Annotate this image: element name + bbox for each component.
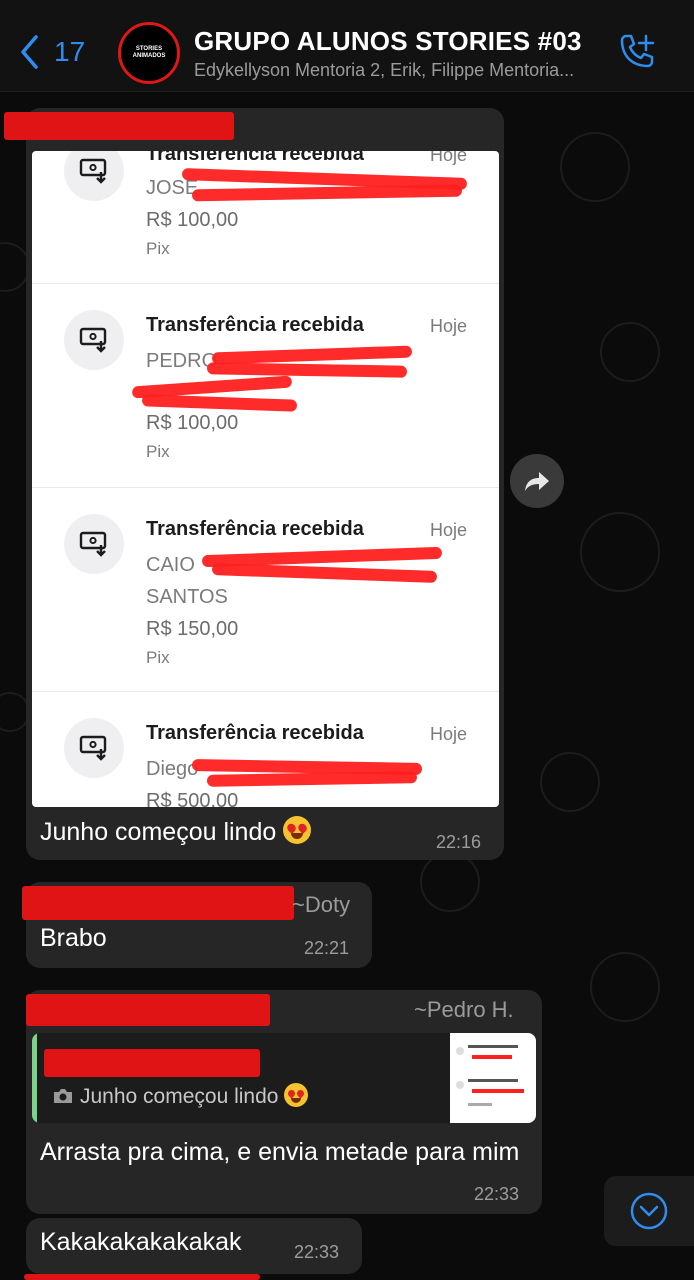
quoted-text: Junho começou lindo [80, 1083, 309, 1109]
camera-icon [54, 1089, 72, 1103]
redacted-sender [4, 112, 234, 140]
unread-count: 17 [54, 36, 86, 67]
image-attachment[interactable]: Transferência recebida Hoje JOSE R$ 100,… [32, 151, 499, 807]
forward-button[interactable] [510, 454, 564, 508]
message-time: 22:33 [294, 1242, 340, 1262]
quote-accent-bar [32, 1033, 37, 1123]
receive-money-icon [64, 718, 124, 778]
forward-icon [525, 472, 549, 491]
receive-money-icon [64, 514, 124, 574]
heart-eyes-emoji-icon [284, 1083, 309, 1107]
message-time: 22:21 [304, 938, 350, 958]
chat-header: 17 STORIES ANIMADOS GRUPO ALUNOS STORIES… [0, 0, 694, 92]
sender-tag: ~Doty [292, 892, 351, 917]
message-time: 22:16 [436, 832, 482, 852]
receive-money-icon [64, 310, 124, 370]
message-text: Kakakakakakakak [40, 1228, 242, 1256]
receive-money-icon [64, 151, 124, 201]
transaction-row: Transferência recebida Hoje Diego R$ 500… [32, 692, 499, 807]
chat-title[interactable]: GRUPO ALUNOS STORIES #03 [194, 26, 582, 57]
message-caption: Junho começou lindo [40, 816, 312, 847]
message-time: 22:33 [474, 1184, 520, 1204]
quoted-message[interactable]: Junho começou lindo [32, 1033, 536, 1123]
chevron-left-icon [21, 35, 38, 69]
message-text: Brabo [40, 924, 107, 952]
sender-tag: ~Pedro H. [414, 997, 514, 1022]
message-text: Arrasta pra cima, e envia metade para mi… [40, 1138, 520, 1166]
scroll-to-bottom-button[interactable] [604, 1176, 694, 1246]
redacted-sender [22, 886, 294, 920]
transaction-row: Transferência recebida Hoje CAIO SANTOS … [32, 488, 499, 692]
back-button[interactable]: 17 [18, 34, 85, 70]
add-call-button[interactable] [614, 30, 660, 76]
redacted-sender [26, 994, 270, 1026]
group-avatar[interactable]: STORIES ANIMADOS [118, 22, 180, 84]
redacted-quoted-sender [44, 1049, 260, 1077]
heart-eyes-emoji-icon [283, 816, 312, 844]
chevron-down-circle-icon [630, 1192, 668, 1230]
chat-participants[interactable]: Edykellyson Mentoria 2, Erik, Filippe Me… [194, 60, 604, 81]
phone-plus-icon [620, 34, 655, 68]
redacted-sender [24, 1274, 260, 1280]
quoted-image-thumbnail [450, 1033, 536, 1123]
